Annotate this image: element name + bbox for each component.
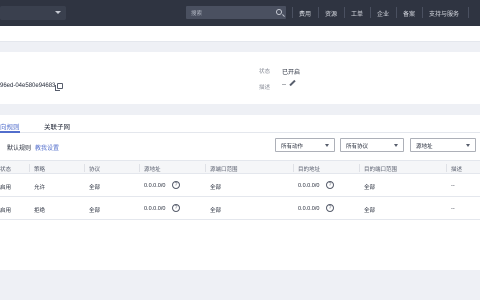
- cell-protocol: 全部: [89, 185, 101, 191]
- column-divider: [139, 164, 140, 172]
- search-input[interactable]: 搜索: [186, 6, 286, 19]
- cell-source: 0.0.0.0/0: [144, 206, 166, 212]
- column-divider: [205, 164, 206, 172]
- edit-icon[interactable]: [289, 79, 296, 87]
- cell-description: --: [451, 206, 455, 212]
- cell-description: --: [451, 183, 455, 189]
- tab-associated-subnets[interactable]: 关联子网: [44, 121, 70, 131]
- top-nav-bar: 搜索 费用 资源 工单 企业 备案 支持与服务: [0, 0, 480, 26]
- col-destination-port: 目的端口范围: [364, 167, 398, 173]
- status-label: 状态: [259, 69, 271, 75]
- cell-source-port: 全部: [210, 208, 222, 214]
- source-filter-value: 源地址: [416, 144, 433, 150]
- col-status: 状态: [0, 167, 12, 173]
- table-row: 启用 允许 全部 0.0.0.0/0 ? 全部 0.0.0.0/0 ? 全部 -…: [0, 175, 480, 197]
- column-divider: [359, 164, 360, 172]
- chevron-down-icon: [466, 144, 470, 147]
- chevron-down-icon: [325, 144, 329, 147]
- cell-policy: 拒绝: [34, 208, 46, 214]
- column-divider: [446, 164, 447, 172]
- default-rule-label: 默认规则: [7, 146, 32, 152]
- action-filter-value: 所有动作: [281, 144, 304, 150]
- cell-destination: 0.0.0.0/0: [298, 206, 320, 212]
- column-divider: [84, 164, 85, 172]
- nav-item-filing[interactable]: 备案: [403, 9, 415, 18]
- help-icon[interactable]: ?: [172, 181, 180, 189]
- search-icon[interactable]: [276, 9, 282, 15]
- col-policy: 策略: [34, 167, 46, 173]
- cell-destination: 0.0.0.0/0: [298, 183, 320, 189]
- tab-rules[interactable]: 向规则: [0, 121, 20, 131]
- table-header: 状态 策略 协议 源地址 源端口范围 目的地址 目的端口范围 描述: [0, 160, 480, 174]
- nav-item-resources[interactable]: 资源: [325, 9, 337, 18]
- nav-divider: [370, 7, 371, 18]
- cell-policy: 允许: [34, 185, 46, 191]
- cell-status: 启用: [0, 185, 12, 191]
- source-filter[interactable]: 源地址: [410, 138, 476, 152]
- acl-id: 96ed-04e580e94683: [0, 83, 56, 89]
- nav-item-enterprise[interactable]: 企业: [377, 9, 389, 18]
- col-source-port: 源端口范围: [210, 167, 238, 173]
- nav-divider: [396, 7, 397, 18]
- nav-item-billing[interactable]: 费用: [299, 9, 311, 18]
- help-icon[interactable]: ?: [326, 204, 334, 212]
- nav-divider: [468, 7, 469, 18]
- description-value: --: [282, 82, 286, 88]
- chevron-down-icon: [55, 11, 61, 14]
- search-placeholder: 搜索: [191, 11, 203, 17]
- copy-icon[interactable]: [55, 83, 63, 91]
- table-row: 启用 拒绝 全部 0.0.0.0/0 ? 全部 0.0.0.0/0 ? 全部 -…: [0, 198, 480, 220]
- column-divider: [29, 164, 30, 172]
- cell-status: 启用: [0, 208, 12, 214]
- region-selector[interactable]: [0, 6, 66, 20]
- column-divider: [293, 164, 294, 172]
- help-icon[interactable]: ?: [172, 204, 180, 212]
- cell-source: 0.0.0.0/0: [144, 183, 166, 189]
- rules-card: 向规则 关联子网 默认规则 教我设置 所有动作 所有协议 源地址 状态 策略 协…: [0, 115, 480, 270]
- col-description: 描述: [451, 167, 463, 173]
- acl-detail-card: 96ed-04e580e94683 状态 已开启 描述 --: [0, 52, 480, 104]
- col-protocol: 协议: [89, 167, 101, 173]
- col-source: 源地址: [144, 167, 161, 173]
- chevron-down-icon: [394, 144, 398, 147]
- nav-item-support[interactable]: 支持与服务: [429, 9, 459, 18]
- description-label: 描述: [259, 85, 271, 91]
- status-value: 已开启: [282, 70, 301, 76]
- protocol-filter[interactable]: 所有协议: [340, 138, 404, 152]
- help-icon[interactable]: ?: [326, 181, 334, 189]
- cell-source-port: 全部: [210, 185, 222, 191]
- nav-divider: [318, 7, 319, 18]
- cell-protocol: 全部: [89, 208, 101, 214]
- help-link[interactable]: 教我设置: [35, 143, 59, 152]
- col-destination: 目的地址: [298, 167, 321, 173]
- nav-divider: [422, 7, 423, 18]
- nav-divider: [344, 7, 345, 18]
- action-filter[interactable]: 所有动作: [275, 138, 335, 152]
- tab-bar: 向规则 关联子网: [0, 115, 480, 133]
- nav-item-tickets[interactable]: 工单: [351, 9, 363, 18]
- protocol-filter-value: 所有协议: [346, 144, 369, 150]
- cell-destination-port: 全部: [364, 185, 376, 191]
- active-tab-indicator: [0, 131, 20, 133]
- nav-divider: [292, 7, 293, 18]
- header-strip: [0, 26, 480, 42]
- cell-destination-port: 全部: [364, 208, 376, 214]
